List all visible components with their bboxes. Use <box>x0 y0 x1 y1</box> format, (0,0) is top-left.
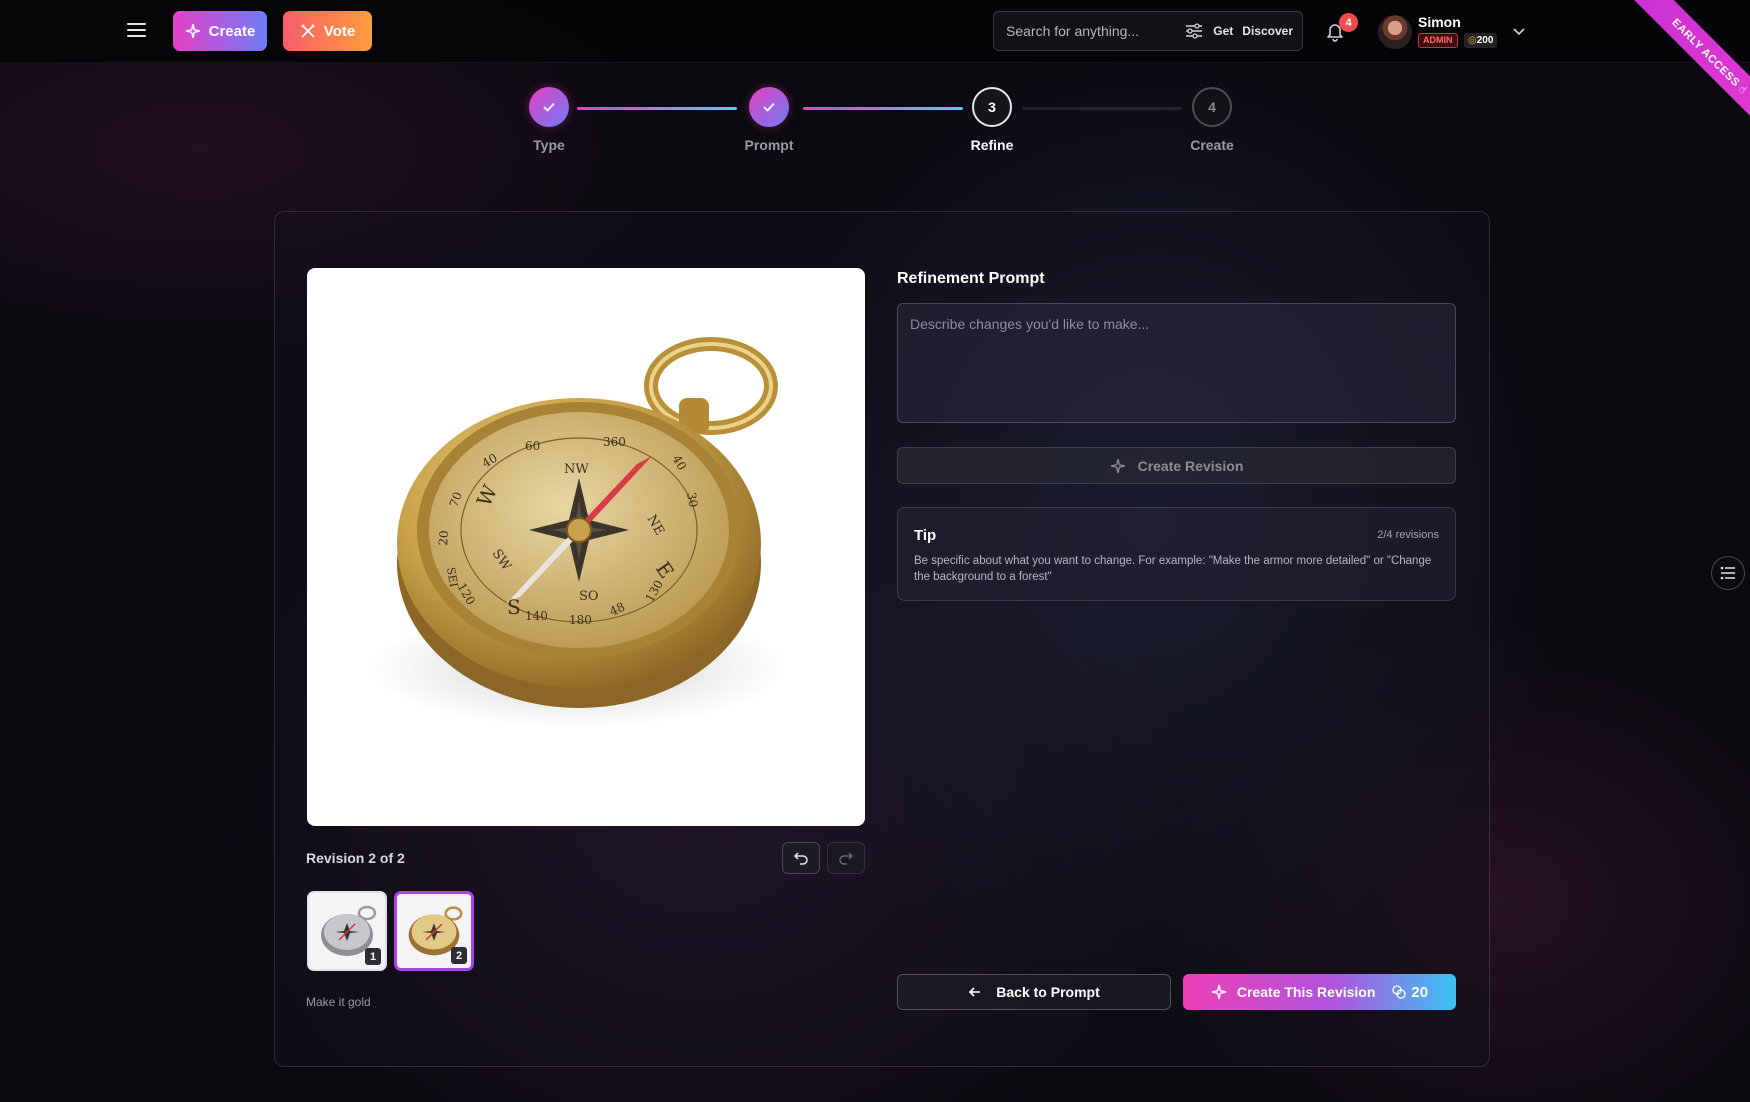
redo-button[interactable] <box>827 842 865 874</box>
revision-caption: Make it gold <box>306 995 371 1009</box>
avatar[interactable] <box>1378 15 1412 49</box>
compass-deg-180: 180 <box>569 613 592 627</box>
step-connector-3 <box>1022 107 1182 110</box>
compass-deg-140: 140 <box>525 609 548 623</box>
thumbnail-number: 1 <box>365 948 381 965</box>
arrow-left-icon <box>969 987 981 997</box>
vote-icon <box>301 24 315 38</box>
chevron-down-icon[interactable] <box>1512 24 1526 38</box>
coins-icon <box>1392 985 1407 999</box>
notification-badge: 4 <box>1339 13 1358 32</box>
redo-icon <box>839 852 854 865</box>
compass-mark-s: S <box>507 595 521 619</box>
menu-icon[interactable] <box>124 19 150 43</box>
back-to-prompt-button[interactable]: Back to Prompt <box>897 974 1171 1010</box>
filter-icon[interactable] <box>1183 21 1205 41</box>
ribbon-label: EARLY ACCESS ☝ <box>1615 0 1750 150</box>
revision-counter: Revision 2 of 2 <box>306 850 405 866</box>
revision-cost: 20 <box>1391 984 1428 1001</box>
role-badge: ADMIN <box>1418 33 1458 48</box>
step-connector-2 <box>803 107 963 110</box>
top-bar: Create Vote Get Discover 4 Simon ADMIN ◎… <box>0 0 1750 63</box>
search-bar: Get Discover <box>993 11 1303 51</box>
refinement-prompt-title: Refinement Prompt <box>897 270 1045 287</box>
compass-deg-60: 60 <box>525 439 540 453</box>
search-input[interactable] <box>994 23 1184 39</box>
compass-mark-nw: NW <box>564 462 589 477</box>
step-type-circle <box>529 87 569 127</box>
back-to-prompt-label: Back to Prompt <box>996 984 1100 1000</box>
step-label-type: Type <box>533 137 565 153</box>
early-access-ribbon: EARLY ACCESS ☝ <box>1600 0 1750 150</box>
revision-count: 2/4 revisions <box>1377 529 1439 541</box>
credits-badge: ◎200 <box>1464 33 1498 48</box>
step-create-number: 4 <box>1208 99 1216 115</box>
tip-text: Be specific about what you want to chang… <box>914 555 1432 583</box>
discover-link[interactable]: Discover <box>1242 24 1293 38</box>
step-refine-number: 3 <box>988 99 996 115</box>
sparkle-icon <box>185 23 200 39</box>
tip-box: Tip 2/4 revisions Be specific about what… <box>897 507 1456 601</box>
create-button-label: Create <box>208 22 256 40</box>
compass-illustration: NW NE SW SO W E S 60 360 40 70 20 120 14… <box>367 337 787 728</box>
credits-value: 200 <box>1476 35 1494 46</box>
step-label-prompt: Prompt <box>744 137 794 153</box>
create-revision-button[interactable]: Create Revision <box>897 447 1456 484</box>
preview-image: NW NE SW SO W E S 60 360 40 70 20 120 14… <box>307 268 865 826</box>
vote-button-label: Vote <box>323 22 356 40</box>
create-button[interactable]: Create <box>173 11 267 51</box>
sparkle-icon <box>1110 458 1125 473</box>
step-connector-1 <box>577 107 737 110</box>
create-revision-label: Create Revision <box>1137 457 1244 474</box>
thumbnail-number: 2 <box>451 947 467 964</box>
undo-icon <box>793 852 808 865</box>
check-icon <box>763 102 775 112</box>
get-link[interactable]: Get <box>1213 24 1233 38</box>
undo-button[interactable] <box>782 842 820 874</box>
sparkle-icon <box>1211 984 1227 1000</box>
refinement-prompt-input[interactable] <box>897 303 1456 423</box>
step-create-circle: 4 <box>1192 87 1232 127</box>
vote-button[interactable]: Vote <box>283 11 372 51</box>
side-panel-toggle[interactable] <box>1711 556 1745 590</box>
step-prompt-circle <box>749 87 789 127</box>
compass-deg-360: 360 <box>603 435 626 449</box>
coin-icon: ◎ <box>1468 35 1477 46</box>
revision-thumbnail-1[interactable]: 1 <box>307 891 387 971</box>
create-this-revision-button[interactable]: Create This Revision 20 <box>1183 974 1456 1010</box>
tip-title: Tip <box>914 527 937 544</box>
compass-deg-20: 20 <box>436 530 451 546</box>
revision-cost-value: 20 <box>1411 983 1429 1001</box>
compass-mark-so: SO <box>579 589 599 604</box>
create-this-revision-label: Create This Revision <box>1236 984 1376 1000</box>
user-name: Simon <box>1418 14 1461 30</box>
step-label-refine: Refine <box>970 137 1014 153</box>
compass-deg-30: 30 <box>684 491 700 508</box>
check-icon <box>543 102 555 112</box>
step-label-create: Create <box>1190 137 1234 153</box>
step-refine-circle: 3 <box>972 87 1012 127</box>
revision-thumbnail-2[interactable]: 2 <box>394 891 474 971</box>
side-panel-icon <box>1720 566 1735 580</box>
